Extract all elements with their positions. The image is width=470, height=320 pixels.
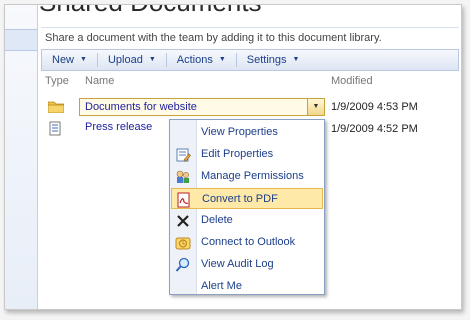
audit-log-icon (175, 257, 190, 272)
menu-item-label: Convert to PDF (202, 193, 278, 205)
menu-item-label: Manage Permissions (201, 170, 304, 182)
column-header-type[interactable]: Type (45, 75, 69, 87)
menu-item-label: Delete (201, 214, 233, 226)
column-header-modified[interactable]: Modified (331, 75, 373, 87)
actions-button[interactable]: Actions ▼ (167, 50, 236, 70)
outlook-icon (175, 237, 191, 250)
chevron-down-icon: ▼ (148, 56, 156, 63)
folder-icon (48, 101, 64, 113)
actions-label: Actions (176, 54, 213, 66)
menu-item-delete[interactable]: Delete (170, 210, 324, 231)
item-menu-dropdown[interactable]: ▼ (307, 99, 324, 115)
new-label: New (52, 54, 75, 66)
selected-item-name[interactable]: Documents for website ▼ (79, 98, 325, 116)
menu-item-manage-permissions[interactable]: Manage Permissions (170, 166, 324, 187)
new-button[interactable]: New ▼ (42, 50, 97, 70)
menu-item-label: Edit Properties (201, 148, 274, 160)
pdf-icon (177, 192, 190, 208)
menu-item-label: Alert Me (201, 280, 242, 292)
menu-item-convert-to-pdf[interactable]: Convert to PDF (171, 188, 323, 209)
modified-date: 1/9/2009 4:53 PM (331, 101, 418, 113)
menu-item-view-audit-log[interactable]: View Audit Log (170, 254, 324, 275)
sharepoint-window: Shared Documents Share a document with t… (4, 4, 462, 310)
left-navigation (5, 5, 38, 309)
library-description: Share a document with the team by adding… (41, 27, 459, 47)
item-name-documents-for-website: Documents for website (85, 101, 197, 113)
edit-properties-icon (176, 148, 191, 162)
menu-item-connect-to-outlook[interactable]: Connect to Outlook (170, 232, 324, 253)
menu-item-alert-me[interactable]: Alert Me (170, 276, 324, 297)
upload-button[interactable]: Upload ▼ (98, 50, 166, 70)
permissions-icon (176, 170, 189, 183)
menu-item-view-properties[interactable]: View Properties (170, 122, 324, 143)
library-toolbar: New ▼ Upload ▼ Actions ▼ Settings ▼ (41, 49, 459, 71)
item-context-menu: View Properties Edit Properties Manage P… (169, 119, 325, 295)
menu-item-label: View Properties (201, 126, 278, 138)
modified-date: 1/9/2009 4:52 PM (331, 123, 418, 135)
chevron-down-icon: ▼ (80, 56, 87, 63)
page-title: Shared Documents (39, 5, 262, 18)
column-header-name[interactable]: Name (85, 75, 114, 87)
left-nav-tab[interactable] (5, 29, 37, 51)
document-icon (49, 121, 61, 136)
settings-button[interactable]: Settings ▼ (237, 50, 310, 70)
delete-x-icon (177, 215, 189, 227)
upload-label: Upload (107, 54, 143, 66)
chevron-down-icon: ▼ (218, 56, 226, 63)
menu-item-label: View Audit Log (201, 258, 274, 270)
settings-label: Settings (246, 54, 287, 66)
chevron-down-icon: ▼ (292, 56, 300, 63)
item-name-press-release[interactable]: Press release (85, 121, 152, 133)
menu-item-label: Connect to Outlook (201, 236, 296, 248)
menu-item-edit-properties[interactable]: Edit Properties (170, 144, 324, 165)
